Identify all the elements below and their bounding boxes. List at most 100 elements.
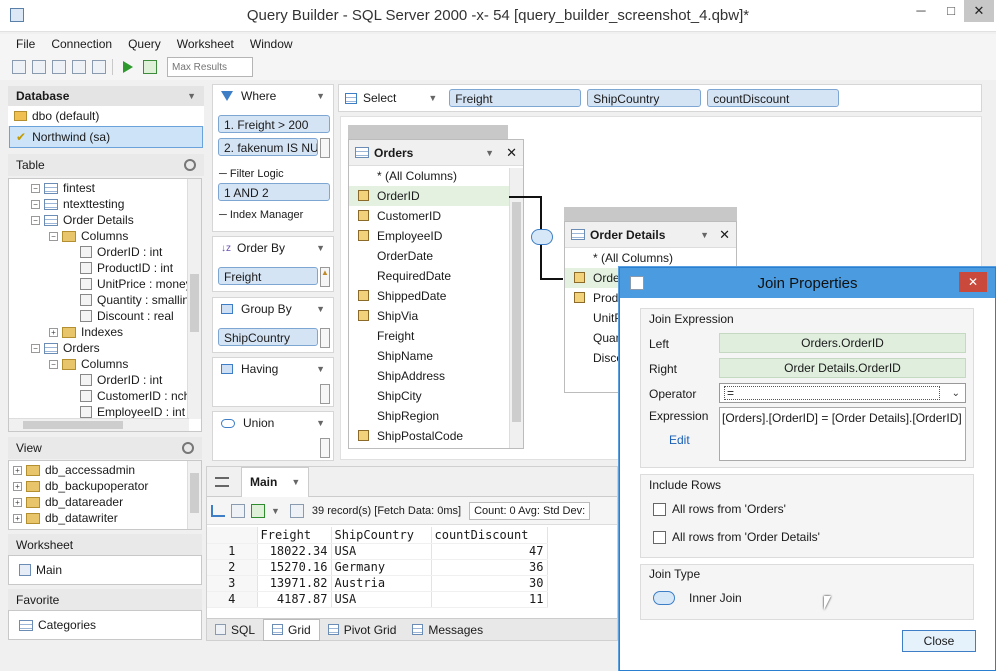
expand-toggle-icon[interactable]: − xyxy=(31,199,40,209)
where-condition-1[interactable]: 1. Freight > 200 xyxy=(218,115,330,133)
grid-header-countdiscount[interactable]: countDiscount xyxy=(431,527,548,544)
menu-connection[interactable]: Connection xyxy=(51,37,112,51)
chart-icon[interactable] xyxy=(211,504,225,517)
all-rows-orders-checkbox[interactable]: All rows from 'Orders' xyxy=(653,502,786,516)
cell-freight[interactable]: 4187.87 xyxy=(257,591,332,608)
view-item[interactable]: + db_datawriter xyxy=(9,510,201,526)
orders-column[interactable]: RequiredDate xyxy=(349,266,523,286)
cell-countdiscount[interactable]: 30 xyxy=(431,575,548,592)
execute-script-icon[interactable] xyxy=(143,60,157,74)
close-window-button[interactable]: ✕ xyxy=(964,0,994,22)
order-details-table-header[interactable]: Order Details ▼ ✕ xyxy=(565,222,736,248)
menu-window[interactable]: Window xyxy=(250,37,293,51)
database-item-northwind[interactable]: ✔ Northwind (sa) xyxy=(9,126,203,148)
operator-select[interactable]: = ⌄ xyxy=(719,383,966,403)
union-scrollbar[interactable] xyxy=(320,438,330,458)
where-scrollbar[interactable] xyxy=(320,138,330,158)
orders-column[interactable]: ShipVia xyxy=(349,306,523,326)
where-condition-2[interactable]: 2. fakenum IS NULL xyxy=(218,138,318,156)
tree-item[interactable]: − Columns xyxy=(9,228,201,244)
view-item[interactable]: + db_backupoperator xyxy=(9,478,201,494)
where-header[interactable]: Where ▼ xyxy=(213,85,333,107)
tab-sql[interactable]: SQL xyxy=(207,619,263,641)
expand-toggle-icon[interactable]: + xyxy=(49,327,58,337)
tree-item[interactable]: Quantity : smallint xyxy=(9,292,201,308)
edit-link[interactable]: Edit xyxy=(669,433,690,447)
sort-direction-icon[interactable]: ▲ xyxy=(320,267,330,287)
order-details-table-grip[interactable] xyxy=(564,207,737,221)
expand-toggle-icon[interactable]: − xyxy=(49,231,58,241)
checkbox-icon[interactable] xyxy=(653,530,666,544)
checkbox-icon[interactable] xyxy=(653,502,666,516)
order-details-column[interactable]: * (All Columns) xyxy=(565,248,736,268)
table-tree-hscrollbar[interactable] xyxy=(9,418,189,431)
select-column-countdiscount[interactable]: countDiscount xyxy=(707,89,840,107)
expand-toggle-icon[interactable]: + xyxy=(13,530,22,531)
group-by-item-shipcountry[interactable]: ShipCountry xyxy=(218,328,318,346)
worksheet-item-main[interactable]: Main xyxy=(8,555,202,585)
maximize-button[interactable]: □ xyxy=(936,0,966,22)
join-icon[interactable] xyxy=(531,229,553,245)
search-icon[interactable] xyxy=(182,442,194,454)
expand-toggle-icon[interactable]: − xyxy=(31,215,40,225)
tab-pivot-grid[interactable]: Pivot Grid xyxy=(320,619,405,641)
tree-item[interactable]: − fintest xyxy=(9,180,201,196)
tree-item[interactable]: OrderID : int xyxy=(9,244,201,260)
orders-column[interactable]: CustomerID xyxy=(349,206,523,226)
orders-column[interactable]: * (All Columns) xyxy=(349,166,523,186)
open-icon[interactable] xyxy=(32,60,46,74)
expand-toggle-icon[interactable]: + xyxy=(13,513,22,523)
menu-query[interactable]: Query xyxy=(128,37,161,51)
tree-item[interactable]: ProductID : int xyxy=(9,260,201,276)
close-icon[interactable]: ✕ xyxy=(506,145,517,161)
menu-worksheet[interactable]: Worksheet xyxy=(177,37,234,51)
cell-countdiscount[interactable]: 11 xyxy=(431,591,548,608)
chevron-down-icon[interactable]: ▼ xyxy=(700,230,709,240)
tree-item[interactable]: − ntexttesting xyxy=(9,196,201,212)
union-header[interactable]: Union ▼ xyxy=(213,412,333,434)
save-as-icon[interactable] xyxy=(92,60,106,74)
having-header[interactable]: Having ▼ xyxy=(213,358,333,380)
scrollbar-thumb[interactable] xyxy=(190,473,199,513)
close-icon[interactable]: ✕ xyxy=(719,227,730,243)
tree-item[interactable]: UnitPrice : money xyxy=(9,276,201,292)
orders-column[interactable]: ShipCity xyxy=(349,386,523,406)
table-row[interactable]: 1 18022.34 USA 47 xyxy=(207,543,548,560)
orders-column[interactable]: OrderID xyxy=(349,186,523,206)
hscrollbar-thumb[interactable] xyxy=(23,421,123,429)
orders-table-grip[interactable] xyxy=(348,125,508,139)
cell-freight[interactable]: 15270.16 xyxy=(257,559,332,576)
view-item[interactable]: + db_accessadmin xyxy=(9,462,201,478)
expand-toggle-icon[interactable]: − xyxy=(49,359,58,369)
filter-logic-value[interactable]: 1 AND 2 xyxy=(218,183,330,201)
dialog-close-button[interactable]: ✕ xyxy=(959,272,987,292)
index-manager-link[interactable]: ─ Index Manager xyxy=(219,209,303,221)
orders-column[interactable]: ShipName xyxy=(349,346,523,366)
select-column-freight[interactable]: Freight xyxy=(449,89,582,107)
new-icon[interactable] xyxy=(12,60,26,74)
chevron-down-icon[interactable]: ▼ xyxy=(271,506,280,516)
chevron-down-icon[interactable]: ▼ xyxy=(291,477,300,487)
view-item[interactable]: + db_datareader xyxy=(9,494,201,510)
cell-freight[interactable]: 13971.82 xyxy=(257,575,332,592)
export-excel-icon[interactable] xyxy=(251,503,265,518)
grid-header-freight[interactable]: Freight xyxy=(257,527,332,544)
chevron-down-icon[interactable]: ▼ xyxy=(428,93,437,103)
database-item-dbo[interactable]: dbo (default) xyxy=(8,106,204,126)
menu-icon[interactable] xyxy=(215,476,229,487)
chevron-down-icon[interactable]: ▼ xyxy=(316,364,325,374)
run-icon[interactable] xyxy=(123,61,133,73)
tree-item[interactable]: Discount : real xyxy=(9,308,201,324)
orders-column[interactable]: ShipAddress xyxy=(349,366,523,386)
save-all-icon[interactable] xyxy=(72,60,86,74)
tree-item[interactable]: CustomerID : nchar xyxy=(9,388,201,404)
tree-item[interactable]: OrderID : int xyxy=(9,372,201,388)
menu-file[interactable]: File xyxy=(16,37,35,51)
copy-icon[interactable] xyxy=(289,503,304,518)
grid-header-shipcountry[interactable]: ShipCountry xyxy=(331,527,432,544)
close-button[interactable]: Close xyxy=(902,630,976,652)
orders-column[interactable]: Freight xyxy=(349,326,523,346)
favorite-item-categories[interactable]: Categories xyxy=(8,610,202,640)
tree-item[interactable]: − Order Details xyxy=(9,212,201,228)
chevron-down-icon[interactable]: ▼ xyxy=(187,91,196,101)
